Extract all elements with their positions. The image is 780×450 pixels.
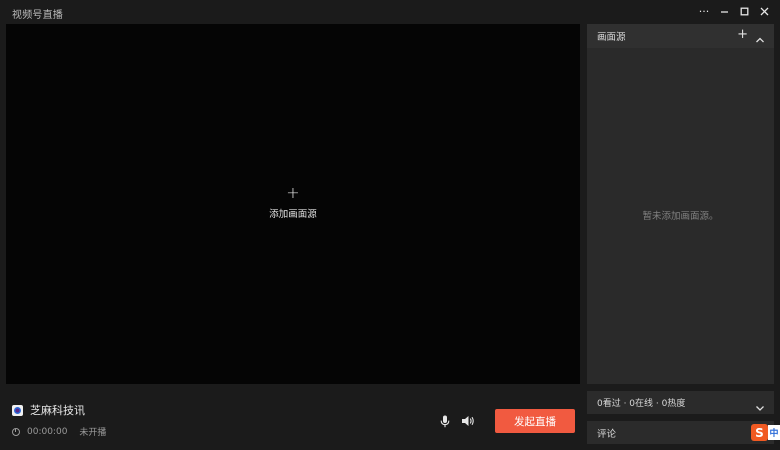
microphone-icon[interactable] [438,414,452,428]
maximize-icon[interactable] [736,3,752,19]
channel-name: 芝麻科技讯 [30,404,85,417]
live-status: 00:00:00 未开播 [12,425,106,438]
live-streaming-app: 视频号直播 ··· + 添加画面源 芝麻科技讯 00:00:00 未开播 发起直… [0,0,780,450]
window-title: 视频号直播 [12,10,63,21]
speaker-icon[interactable] [461,414,475,428]
window-controls: ··· [696,2,772,20]
start-live-button[interactable]: 发起直播 [495,409,575,433]
channel-info: 芝麻科技讯 [12,402,85,418]
comments-label: 评论 [597,428,617,440]
stats-text: 0看过 · 0在线 · 0热度 [597,399,686,409]
live-status-text: 未开播 [79,428,107,438]
plus-icon: + [286,183,300,202]
ime-mode: 中 [768,425,780,440]
live-duration: 00:00:00 [27,426,68,437]
sources-empty-message: 暂未添加画面源。 [642,211,719,222]
more-icon[interactable]: ··· [696,3,712,19]
avatar [12,404,23,416]
sources-panel: 画面源 + 暂未添加画面源。 [587,24,774,384]
title-bar: 视频号直播 ··· [0,0,780,24]
stats-dropdown[interactable]: 0看过 · 0在线 · 0热度 [587,391,774,414]
add-source-label: 添加画面源 [269,209,317,220]
chevron-down-icon[interactable] [755,398,765,411]
clock-icon [12,427,20,436]
add-source-button[interactable]: + 添加画面源 [252,184,334,228]
stream-preview[interactable]: + 添加画面源 [6,24,580,384]
sources-title: 画面源 [597,32,626,43]
minimize-icon[interactable] [716,3,732,19]
chevron-up-icon[interactable] [755,30,765,43]
comments-bar[interactable]: 评论 [587,421,774,444]
ime-logo-icon: S [751,424,768,441]
close-icon[interactable] [756,3,772,19]
sources-header: 画面源 + [587,24,774,48]
ime-indicator[interactable]: S 中 [751,423,780,442]
add-source-icon[interactable]: + [737,28,748,42]
